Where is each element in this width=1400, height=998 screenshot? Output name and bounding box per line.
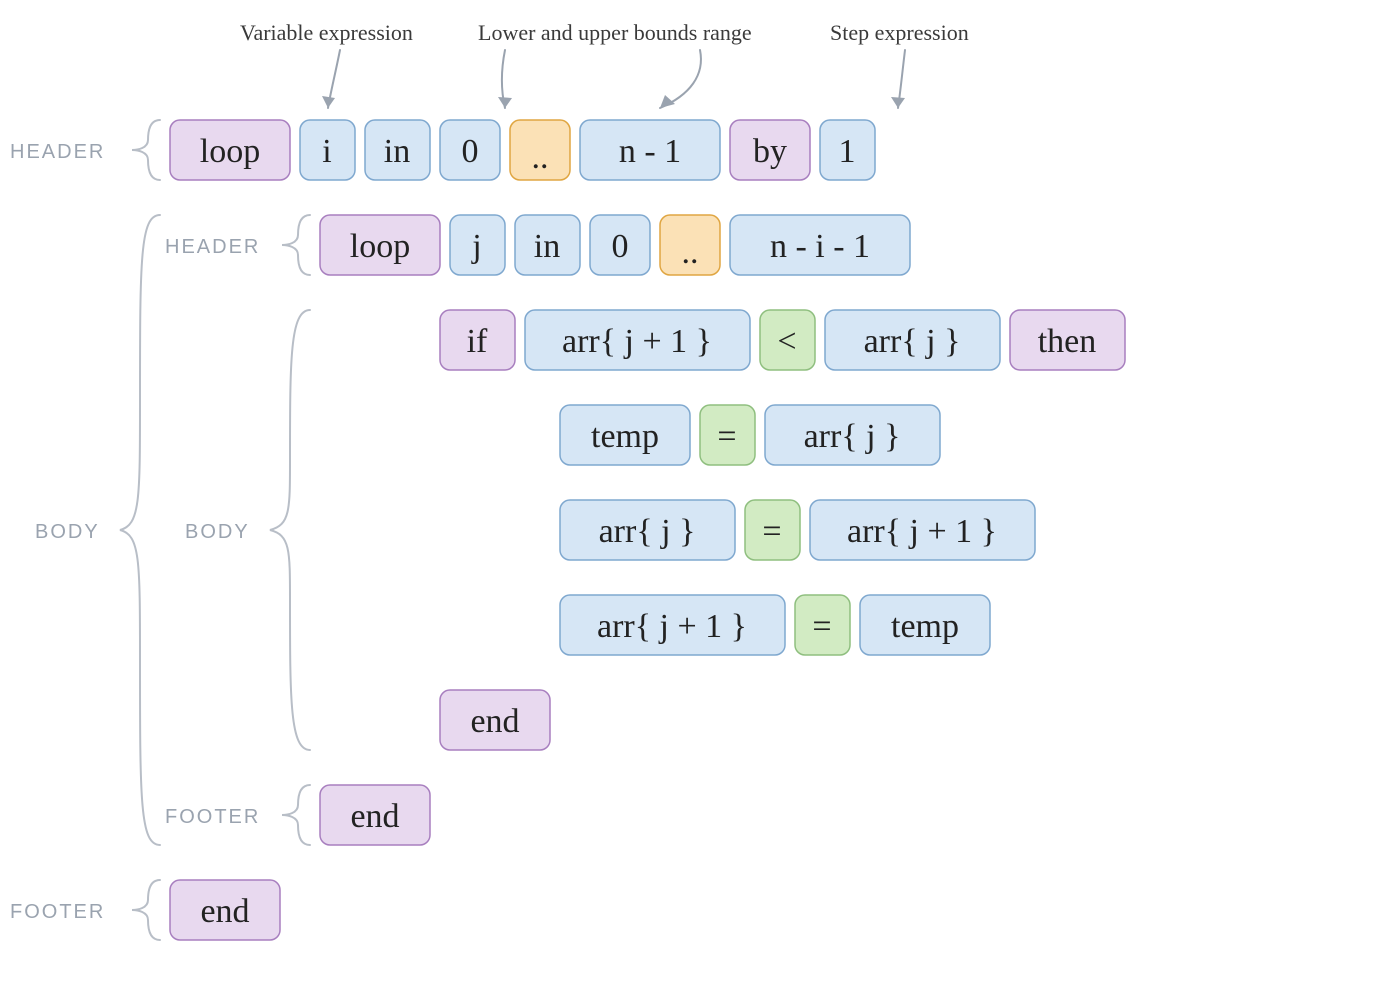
token-keyword-loop: loop <box>200 133 260 170</box>
label-footer-inner: FOOTER <box>165 806 260 828</box>
annotation-bounds-range: Lower and upper bounds range <box>478 20 752 45</box>
row-end-inner: end <box>320 785 430 845</box>
token-expr: arr{ j } <box>864 323 961 360</box>
row-if: if arr{ j + 1 } < arr{ j } then <box>440 310 1125 370</box>
token-keyword-then: then <box>1038 323 1097 360</box>
annotation-arrow <box>322 50 340 108</box>
token-range-dots: .. <box>682 234 699 271</box>
label-header-inner: HEADER <box>165 236 260 258</box>
row-outer-header: loop i in 0 .. n - 1 by 1 <box>170 120 875 180</box>
brace-icon <box>132 120 160 180</box>
token-lhs: arr{ j } <box>599 513 696 550</box>
token-step: 1 <box>839 133 856 170</box>
token-expr: arr{ j + 1 } <box>562 323 712 360</box>
token-keyword-in: in <box>534 228 560 265</box>
token-keyword-end: end <box>470 703 519 740</box>
diagram-canvas: Variable expression Lower and upper boun… <box>0 0 1400 998</box>
label-header-outer: HEADER <box>10 141 105 163</box>
token-op-eq: = <box>717 418 736 455</box>
row-end-if: end <box>440 690 550 750</box>
brace-icon <box>120 215 160 845</box>
token-keyword-if: if <box>467 323 488 360</box>
annotation-arrow <box>498 50 701 108</box>
token-lhs: temp <box>591 418 659 455</box>
token-rhs: arr{ j } <box>804 418 901 455</box>
token-rhs: arr{ j + 1 } <box>847 513 997 550</box>
token-keyword-loop: loop <box>350 228 410 265</box>
token-upper-bound: n - 1 <box>619 133 681 170</box>
token-op-eq: = <box>812 608 831 645</box>
label-body-inner: BODY <box>185 521 250 543</box>
token-lower-bound: 0 <box>462 133 479 170</box>
row-assign-2: arr{ j } = arr{ j + 1 } <box>560 500 1035 560</box>
token-op-eq: = <box>762 513 781 550</box>
token-lhs: arr{ j + 1 } <box>597 608 747 645</box>
annotation-variable-expression: Variable expression <box>240 20 413 45</box>
annotation-arrow <box>891 50 905 108</box>
token-keyword-end: end <box>200 893 249 930</box>
token-upper-bound: n - i - 1 <box>770 228 870 265</box>
token-keyword-in: in <box>384 133 410 170</box>
row-end-outer: end <box>170 880 280 940</box>
token-var-j: j <box>471 228 481 265</box>
token-op-lt: < <box>777 323 796 360</box>
brace-icon <box>270 310 310 750</box>
token-keyword-by: by <box>753 133 787 170</box>
row-assign-3: arr{ j + 1 } = temp <box>560 595 990 655</box>
row-assign-1: temp = arr{ j } <box>560 405 940 465</box>
brace-icon <box>282 215 310 275</box>
token-range-dots: .. <box>532 139 549 176</box>
token-rhs: temp <box>891 608 959 645</box>
token-lower-bound: 0 <box>612 228 629 265</box>
annotation-step-expression: Step expression <box>830 20 969 45</box>
label-body-outer: BODY <box>35 521 100 543</box>
token-keyword-end: end <box>350 798 399 835</box>
token-var-i: i <box>322 133 331 170</box>
label-footer-outer: FOOTER <box>10 901 105 923</box>
row-inner-header: loop j in 0 .. n - i - 1 <box>320 215 910 275</box>
brace-icon <box>132 880 160 940</box>
brace-icon <box>282 785 310 845</box>
